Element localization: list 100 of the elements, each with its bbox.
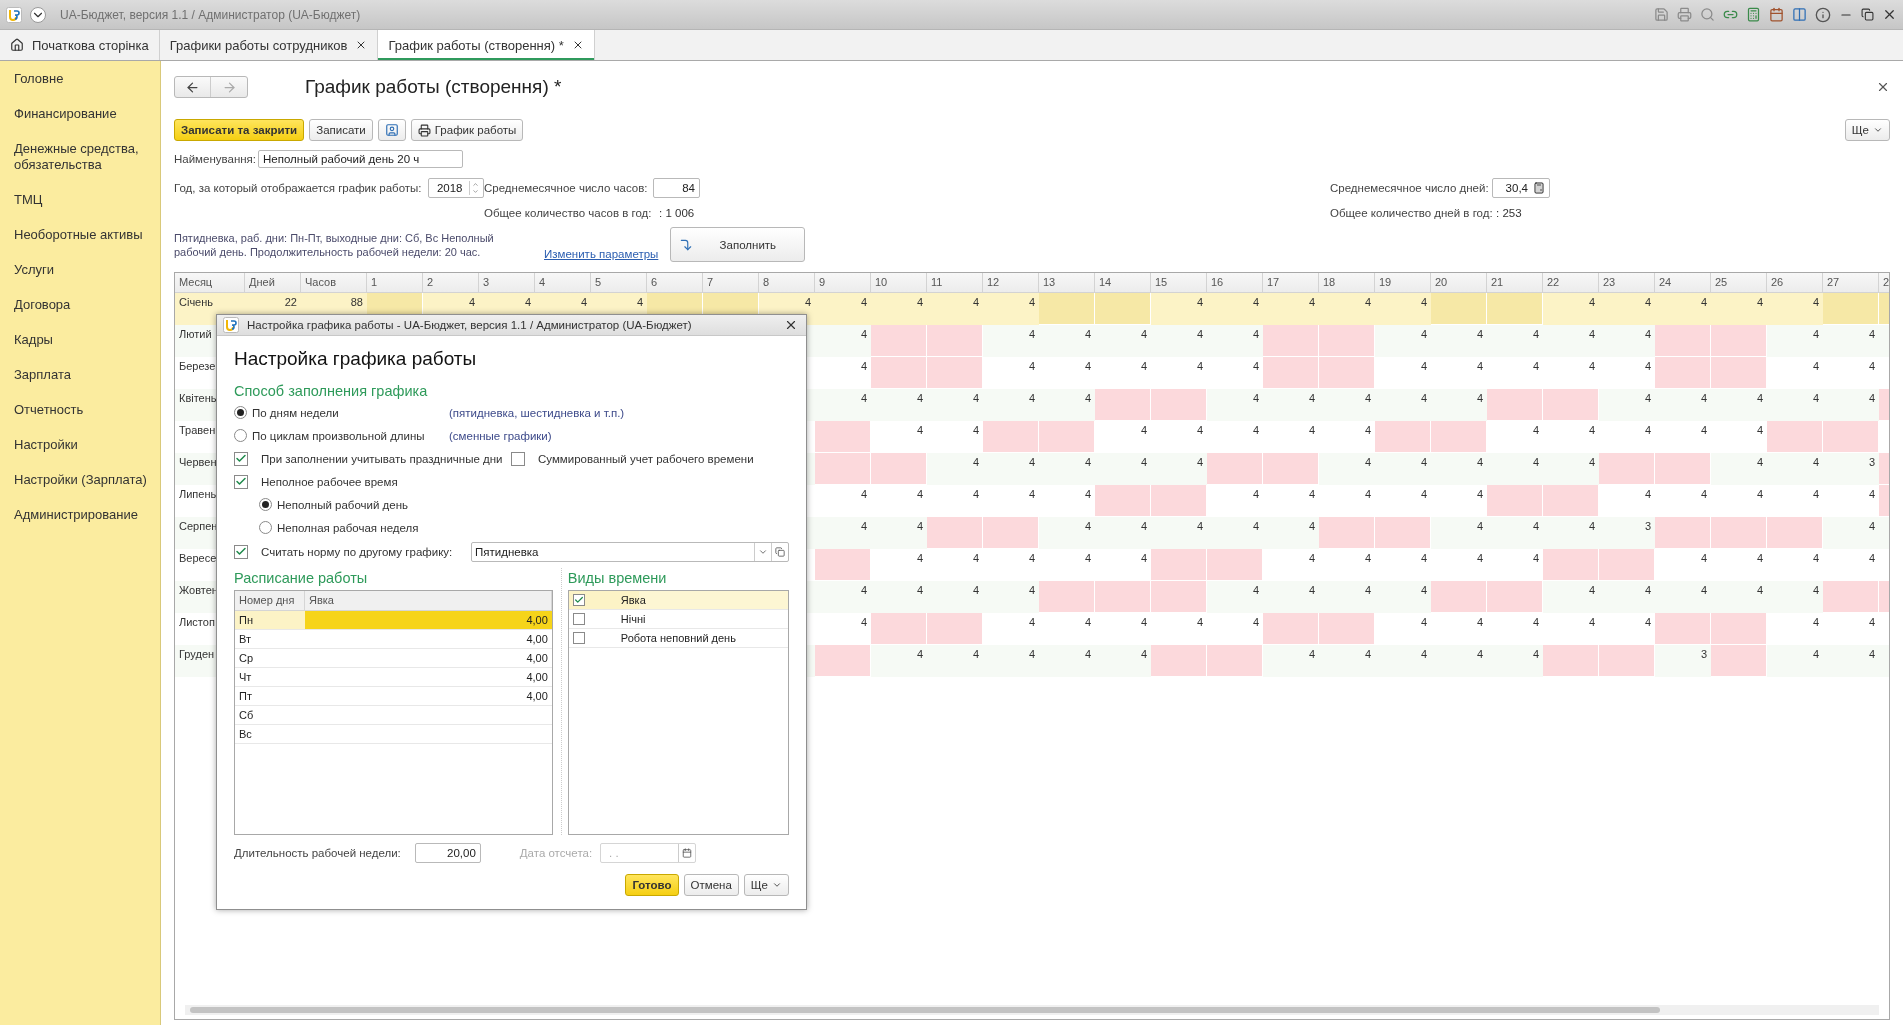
- total-days-value: : 253: [1496, 207, 1522, 219]
- table-cell-text: 4: [1643, 391, 1652, 406]
- table-cell-text: 4: [1699, 423, 1708, 438]
- table-cell-text: 4: [1419, 391, 1428, 406]
- table-cell-text: 4: [1587, 519, 1596, 534]
- table-cell-text: 4: [1475, 487, 1484, 502]
- table-cell-text: 4: [467, 295, 476, 310]
- table-cell-text: 4: [1755, 487, 1764, 502]
- table-cell-text: 4: [971, 583, 980, 598]
- table-cell-text: 4: [1307, 391, 1316, 406]
- table-cell-text: 4: [1699, 487, 1708, 502]
- table-cell-text: 4: [859, 359, 868, 374]
- table-cell-text: 4: [1587, 359, 1596, 374]
- name-label: Найменування:: [174, 153, 257, 165]
- table-cell-text: 4: [1195, 519, 1204, 534]
- table-cell-text: 4: [1699, 551, 1708, 566]
- table-cell-text: 4: [1867, 327, 1876, 342]
- table-cell-text: 4: [1139, 551, 1148, 566]
- option-hint: (сменные графики): [449, 429, 552, 442]
- table-cell-text: 4: [1531, 359, 1540, 374]
- table-cell-text: 4: [915, 295, 924, 310]
- column-header: 20: [1431, 273, 1487, 292]
- table-cell-text: 4: [1867, 391, 1876, 406]
- table-cell-text: Червен: [178, 455, 218, 470]
- table-cell-text: Груден: [178, 647, 216, 662]
- table-cell-text: 4: [1027, 551, 1036, 566]
- table-cell-text: 4: [1643, 423, 1652, 438]
- column-header: 3: [479, 273, 535, 292]
- table-cell-text: Вересе: [178, 551, 218, 566]
- table-cell-text: 4: [1139, 455, 1148, 470]
- column-header: 24: [1655, 273, 1711, 292]
- table-cell-text: 4: [1531, 519, 1540, 534]
- table-cell-text: 4: [1531, 455, 1540, 470]
- column-header: 23: [1599, 273, 1655, 292]
- table-cell-text: 4: [1755, 391, 1764, 406]
- table-cell-text: Травен: [178, 423, 217, 438]
- table-cell: 4,00: [305, 611, 552, 629]
- schedule-description: Пятидневка, раб. дни: Пн-Пт, выходные дни: Сб, Вс Неполный рабочий день. Продолжительность рабочей недели: 20 час.: [174, 230, 495, 259]
- table-cell-text: 4: [1811, 359, 1820, 374]
- table-cell-text: 4: [1475, 551, 1484, 566]
- table-cell-text: 4: [1139, 615, 1148, 630]
- column-header: 25: [1711, 273, 1767, 292]
- table-cell-text: 4: [1195, 423, 1204, 438]
- table-cell-text: 4: [1083, 359, 1092, 374]
- table-cell: Пн: [235, 611, 305, 629]
- column-header: 26: [1767, 273, 1823, 292]
- table-cell-text: 4: [1083, 519, 1092, 534]
- table-cell-text: 4: [1307, 487, 1316, 502]
- column-header: 22: [1543, 273, 1599, 292]
- table-cell-text: 4: [971, 423, 980, 438]
- table-cell-text: 4: [1307, 647, 1316, 662]
- table-cell-text: 4: [1363, 551, 1372, 566]
- table-cell-text: 4: [859, 583, 868, 598]
- table-cell-text: 4: [1307, 295, 1316, 310]
- table-cell-text: 3: [1699, 647, 1708, 662]
- table-cell-text: 4: [1475, 327, 1484, 342]
- option-label: Неполная рабочая неделя: [277, 521, 419, 534]
- option-label: Неполный рабочий день: [277, 498, 409, 511]
- column-header: 8: [759, 273, 815, 292]
- table-cell-text: Листоп: [178, 615, 216, 630]
- table-cell-text: 4: [1475, 455, 1484, 470]
- table-cell-text: Липень: [178, 487, 218, 502]
- table-cell-text: 88: [349, 295, 364, 310]
- table-cell-text: 4: [1363, 423, 1372, 438]
- ref-date-label: Дата отсчета:: [519, 847, 593, 859]
- table-cell-text: 4: [1643, 295, 1652, 310]
- table-cell-text: 22: [283, 295, 298, 310]
- table-cell-text: 4: [1643, 327, 1652, 342]
- table-cell-text: 4: [1755, 551, 1764, 566]
- column-header: 6: [647, 273, 703, 292]
- table-cell-text: 4: [1475, 615, 1484, 630]
- table-cell-text: 4: [1475, 359, 1484, 374]
- table-cell-text: 4: [1027, 487, 1036, 502]
- table-cell-text: 4: [1139, 647, 1148, 662]
- table-cell-text: 4: [1531, 423, 1540, 438]
- table-cell-text: 4: [1811, 487, 1820, 502]
- table-cell-text: 4: [971, 487, 980, 502]
- column-header: Явка: [305, 591, 552, 610]
- table-cell-text: 4: [1699, 583, 1708, 598]
- avg-days-label: Среднемесячное число дней:: [1330, 182, 1490, 194]
- table-cell-text: 4: [859, 519, 868, 534]
- option-label: Неполное рабочее время: [261, 475, 398, 488]
- table-cell-text: 4: [1027, 647, 1036, 662]
- column-header: 27: [1823, 273, 1879, 292]
- table-cell-text: 4: [859, 295, 868, 310]
- table-cell-text: 4: [1027, 583, 1036, 598]
- table-cell-text: 4: [1811, 583, 1820, 598]
- table-cell-text: 4: [1251, 615, 1260, 630]
- table-cell-text: 4: [1531, 327, 1540, 342]
- table-cell-text: 4: [1083, 551, 1092, 566]
- table-cell-text: 4: [803, 295, 812, 310]
- table-cell-text: 4: [1251, 327, 1260, 342]
- option-label: По дням недели: [252, 406, 340, 419]
- table-cell-text: 4: [1363, 391, 1372, 406]
- table-cell-text: 4: [1531, 615, 1540, 630]
- column-header: 17: [1263, 273, 1319, 292]
- table-cell-text: 4: [1419, 487, 1428, 502]
- table-cell-text: 4: [1083, 327, 1092, 342]
- table-cell-text: 3: [1867, 455, 1876, 470]
- table-cell-text: 4: [1811, 391, 1820, 406]
